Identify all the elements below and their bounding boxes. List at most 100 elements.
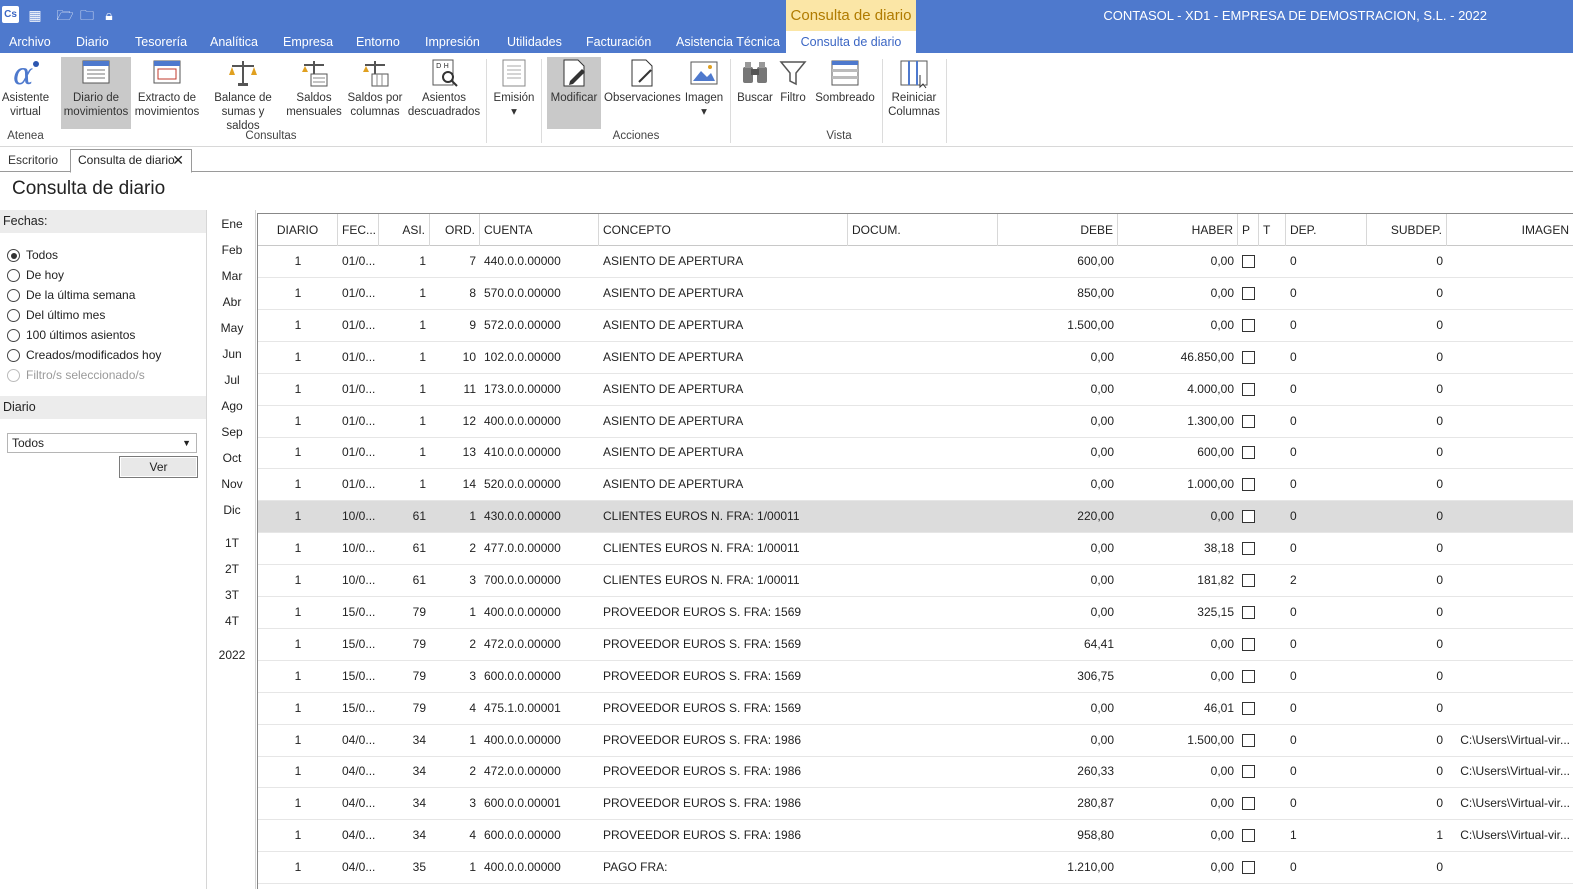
column-header-debe[interactable]: DEBE bbox=[998, 214, 1118, 246]
column-header-haber[interactable]: HABER bbox=[1118, 214, 1238, 246]
p-checkbox[interactable] bbox=[1242, 542, 1255, 556]
column-header-dep[interactable]: DEP. bbox=[1286, 214, 1367, 246]
radio-creados-hoy[interactable]: Creados/modificados hoy bbox=[7, 346, 161, 364]
column-header-imagen[interactable]: IMAGEN bbox=[1447, 214, 1573, 246]
p-checkbox[interactable] bbox=[1242, 637, 1255, 651]
menu-entorno[interactable]: Entorno bbox=[356, 31, 400, 53]
p-checkbox[interactable] bbox=[1242, 286, 1255, 300]
radio-ultimo-mes[interactable]: Del último mes bbox=[7, 306, 105, 324]
table-row[interactable]: 1 04/0... 34 1 400.0.0.00000 PROVEEDOR EUROS … bbox=[258, 725, 1573, 757]
table-row[interactable]: 1 01/0... 1 8 570.0.0.00000 ASIENTO DE APERTU… bbox=[258, 278, 1573, 310]
ver-button[interactable]: Ver bbox=[119, 456, 198, 478]
year-selector[interactable]: 2022 bbox=[208, 648, 256, 662]
app-icon[interactable]: Cs bbox=[2, 6, 19, 23]
month-oct[interactable]: Oct bbox=[208, 451, 256, 465]
saldos-por-columnas-button[interactable]: Saldos por columnas bbox=[345, 57, 405, 129]
p-checkbox[interactable] bbox=[1242, 510, 1255, 524]
asistente-virtual-button[interactable]: α Asistente virtual bbox=[0, 57, 51, 129]
column-header-p[interactable]: P bbox=[1238, 214, 1259, 246]
month-abr[interactable]: Abr bbox=[208, 295, 256, 309]
table-row[interactable]: 1 15/0... 79 1 400.0.0.00000 PROVEEDOR EUROS … bbox=[258, 597, 1573, 629]
month-jul[interactable]: Jul bbox=[208, 373, 256, 387]
column-header-concepto[interactable]: CONCEPTO bbox=[599, 214, 848, 246]
extracto-de-movimientos-button[interactable]: Extracto de movimientos bbox=[134, 57, 200, 129]
menu-diario[interactable]: Diario bbox=[76, 31, 109, 53]
column-header-orden[interactable]: ORD. bbox=[430, 214, 480, 246]
observaciones-button[interactable]: Observaciones bbox=[604, 57, 681, 129]
diario-select[interactable]: Todos ▼ bbox=[7, 433, 197, 453]
menu-asistencia-tecnica[interactable]: Asistencia Técnica bbox=[676, 31, 780, 53]
quarter-1t[interactable]: 1T bbox=[208, 536, 256, 550]
month-jun[interactable]: Jun bbox=[208, 347, 256, 361]
p-checkbox[interactable] bbox=[1242, 255, 1255, 268]
table-row[interactable]: 1 15/0... 79 3 600.0.0.00000 PROVEEDOR EUROS … bbox=[258, 661, 1573, 693]
lock-icon[interactable]: 🔒︎ bbox=[100, 6, 118, 24]
table-row[interactable]: 1 10/0... 61 2 477.0.0.00000 CLIENTES EUROS N… bbox=[258, 533, 1573, 566]
imagen-button[interactable]: Imagen ▾ bbox=[683, 57, 725, 129]
month-ene[interactable]: Ene bbox=[208, 217, 256, 231]
table-row[interactable]: 1 01/0... 1 12 400.0.0.00000 ASIENTO DE APERT… bbox=[258, 406, 1573, 438]
diario-de-movimientos-button[interactable]: Diario de movimientos bbox=[61, 57, 131, 129]
quarter-3t[interactable]: 3T bbox=[208, 588, 256, 602]
emision-button[interactable]: Emisión ▾ bbox=[491, 57, 537, 129]
menu-facturacion[interactable]: Facturación bbox=[586, 31, 651, 53]
month-dic[interactable]: Dic bbox=[208, 503, 256, 517]
asientos-descuadrados-button[interactable]: D H Asientos descuadrados bbox=[407, 57, 481, 129]
month-nov[interactable]: Nov bbox=[208, 477, 256, 491]
table-row[interactable]: 1 01/0... 1 14 520.0.0.00000 ASIENTO DE APERT… bbox=[258, 469, 1573, 502]
buscar-button[interactable]: Buscar bbox=[735, 57, 775, 129]
table-row[interactable]: 1 01/0... 1 11 173.0.0.00000 ASIENTO DE APERT… bbox=[258, 374, 1573, 406]
reiniciar-columnas-button[interactable]: Reiniciar Columnas bbox=[886, 57, 942, 129]
column-header-cuenta[interactable]: CUENTA bbox=[480, 214, 599, 246]
p-checkbox[interactable] bbox=[1242, 446, 1255, 460]
radio-100-ultimos[interactable]: 100 últimos asientos bbox=[7, 326, 135, 344]
tab-escritorio[interactable]: Escritorio bbox=[0, 150, 66, 171]
table-row[interactable]: 1 04/0... 34 3 600.0.0.00001 PROVEEDOR EUROS … bbox=[258, 788, 1573, 821]
column-header-t[interactable]: T bbox=[1259, 214, 1286, 246]
table-row[interactable]: 1 01/0... 1 9 572.0.0.00000 ASIENTO DE APERTU… bbox=[258, 310, 1573, 342]
column-header-fecha[interactable]: FEC... bbox=[338, 214, 379, 246]
close-icon[interactable]: ✕ bbox=[172, 150, 184, 171]
menu-archivo[interactable]: Archivo bbox=[9, 31, 51, 53]
table-row[interactable]: 1 15/0... 79 4 475.1.0.00001 PROVEEDOR EUROS … bbox=[258, 693, 1573, 725]
p-checkbox[interactable] bbox=[1242, 318, 1255, 332]
p-checkbox[interactable] bbox=[1242, 701, 1255, 715]
month-feb[interactable]: Feb bbox=[208, 243, 256, 257]
filtro-button[interactable]: Filtro bbox=[777, 57, 809, 129]
menu-impresion[interactable]: Impresión bbox=[425, 31, 480, 53]
p-checkbox[interactable] bbox=[1242, 765, 1255, 779]
p-checkbox[interactable] bbox=[1242, 414, 1255, 428]
modificar-button[interactable]: Modificar bbox=[547, 57, 601, 129]
p-checkbox[interactable] bbox=[1242, 605, 1255, 619]
p-checkbox[interactable] bbox=[1242, 574, 1255, 587]
table-row[interactable]: 1 15/0... 79 2 472.0.0.00000 PROVEEDOR EUROS … bbox=[258, 629, 1573, 661]
column-header-diario[interactable]: DIARIO bbox=[258, 214, 338, 246]
month-ago[interactable]: Ago bbox=[208, 399, 256, 413]
menu-utilidades[interactable]: Utilidades bbox=[507, 31, 562, 53]
p-checkbox[interactable] bbox=[1242, 669, 1255, 683]
sombreado-button[interactable]: Sombreado bbox=[813, 57, 877, 129]
open-folder-icon[interactable]: 🗁 bbox=[56, 6, 74, 24]
table-row[interactable]: 1 01/0... 1 10 102.0.0.00000 ASIENTO DE APERT… bbox=[258, 342, 1573, 374]
month-may[interactable]: May bbox=[208, 321, 256, 335]
menu-analitica[interactable]: Analítica bbox=[210, 31, 258, 53]
calendar-icon[interactable]: ▦ bbox=[26, 6, 44, 24]
table-row[interactable]: 1 10/0... 61 3 700.0.0.00000 CLIENTES EUROS N… bbox=[258, 565, 1573, 597]
p-checkbox[interactable] bbox=[1242, 797, 1255, 811]
p-checkbox[interactable] bbox=[1242, 350, 1255, 364]
radio-todos[interactable]: Todos bbox=[7, 246, 58, 264]
quarter-4t[interactable]: 4T bbox=[208, 614, 256, 628]
radio-de-hoy[interactable]: De hoy bbox=[7, 266, 64, 284]
tab-consulta-de-diario[interactable]: Consulta de diario ✕ bbox=[70, 149, 192, 173]
quarter-2t[interactable]: 2T bbox=[208, 562, 256, 576]
month-mar[interactable]: Mar bbox=[208, 269, 256, 283]
table-row[interactable]: 1 01/0... 1 13 410.0.0.00000 ASIENTO DE APERT… bbox=[258, 437, 1573, 470]
table-row[interactable]: 1 01/0... 1 7 440.0.0.00000 ASIENTO DE APERTU… bbox=[258, 246, 1573, 278]
menu-tesoreria[interactable]: Tesorería bbox=[135, 31, 187, 53]
menu-consulta-de-diario[interactable]: Consulta de diario bbox=[786, 31, 916, 53]
p-checkbox[interactable] bbox=[1242, 861, 1255, 875]
column-header-documento[interactable]: DOCUM. bbox=[848, 214, 998, 246]
radio-ultima-semana[interactable]: De la última semana bbox=[7, 286, 135, 304]
table-row[interactable]: 1 04/0... 34 2 472.0.0.00000 PROVEEDOR EUROS … bbox=[258, 756, 1573, 789]
month-sep[interactable]: Sep bbox=[208, 425, 256, 439]
